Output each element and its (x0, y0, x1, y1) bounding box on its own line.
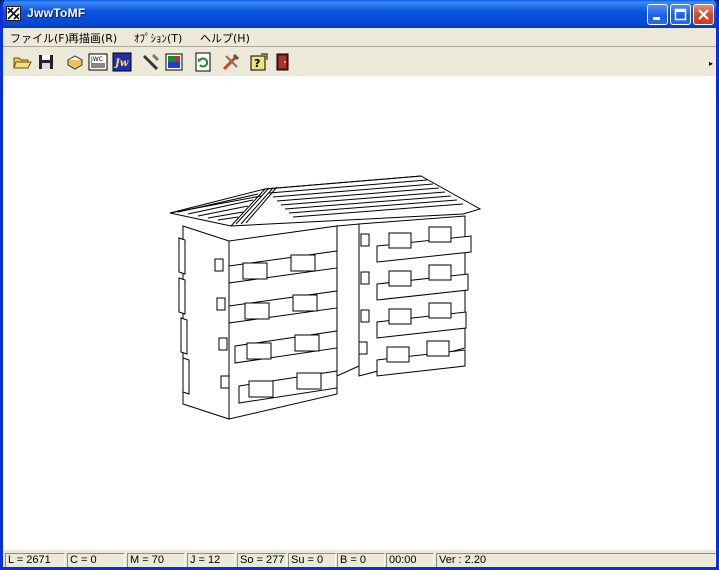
open-drawing-icon[interactable] (65, 52, 85, 72)
svg-text:?: ? (254, 57, 260, 70)
menu-options[interactable]: ｵﾌﾟｼｮﾝ(T) (134, 30, 182, 46)
status-time: 00:00 (386, 553, 434, 567)
exit-icon[interactable] (273, 52, 293, 72)
toolbar: JWC Jw ? ▸ (3, 49, 716, 76)
jw-icon-text: Jw (113, 58, 129, 69)
status-so: So = 277 (237, 553, 287, 567)
help-icon[interactable]: ? (249, 52, 269, 72)
status-lines: L = 2671 (5, 553, 65, 567)
drawing-canvas[interactable] (3, 76, 716, 550)
jwc-icon[interactable]: JWC (88, 52, 108, 72)
refresh-icon[interactable] (193, 52, 213, 72)
menu-bar: ファイル(F) 再描画(R) ｵﾌﾟｼｮﾝ(T) ヘルプ(H) (3, 28, 716, 46)
building-3d-drawing (169, 175, 482, 420)
status-m: M = 70 (127, 553, 185, 567)
minimize-button[interactable] (647, 4, 668, 25)
toolbar-overflow-icon[interactable]: ▸ (709, 59, 713, 68)
title-bar[interactable]: JwwToMF (3, 0, 716, 28)
status-bar: L = 2671 C = 0 M = 70 J = 12 So = 277 Su… (3, 551, 716, 567)
window-title: JwwToMF (27, 6, 86, 20)
close-button[interactable] (693, 4, 714, 25)
open-folder-icon[interactable] (12, 52, 32, 72)
status-su: Su = 0 (288, 553, 336, 567)
app-icon[interactable] (6, 6, 21, 21)
app-window: JwwToMF ファイル(F) 再描画(R) ｵﾌﾟｼｮﾝ(T) ヘルプ(H) … (0, 0, 719, 570)
jwc-icon-text: JWC (90, 56, 103, 63)
status-b: B = 0 (337, 553, 385, 567)
settings-icon[interactable] (221, 52, 241, 72)
maximize-button[interactable] (670, 4, 691, 25)
tools-icon[interactable] (141, 52, 161, 72)
menu-redraw[interactable]: 再描画(R) (68, 30, 117, 46)
menu-help[interactable]: ヘルプ(H) (200, 30, 250, 46)
save-disk-icon[interactable] (36, 52, 56, 72)
jw-icon[interactable]: Jw (112, 52, 132, 72)
menu-file[interactable]: ファイル(F) (10, 30, 69, 46)
menu-divider (3, 46, 716, 47)
status-j: J = 12 (187, 553, 235, 567)
screen-icon[interactable] (164, 52, 184, 72)
status-version: Ver : 2.20 (436, 553, 716, 567)
status-circles: C = 0 (67, 553, 125, 567)
